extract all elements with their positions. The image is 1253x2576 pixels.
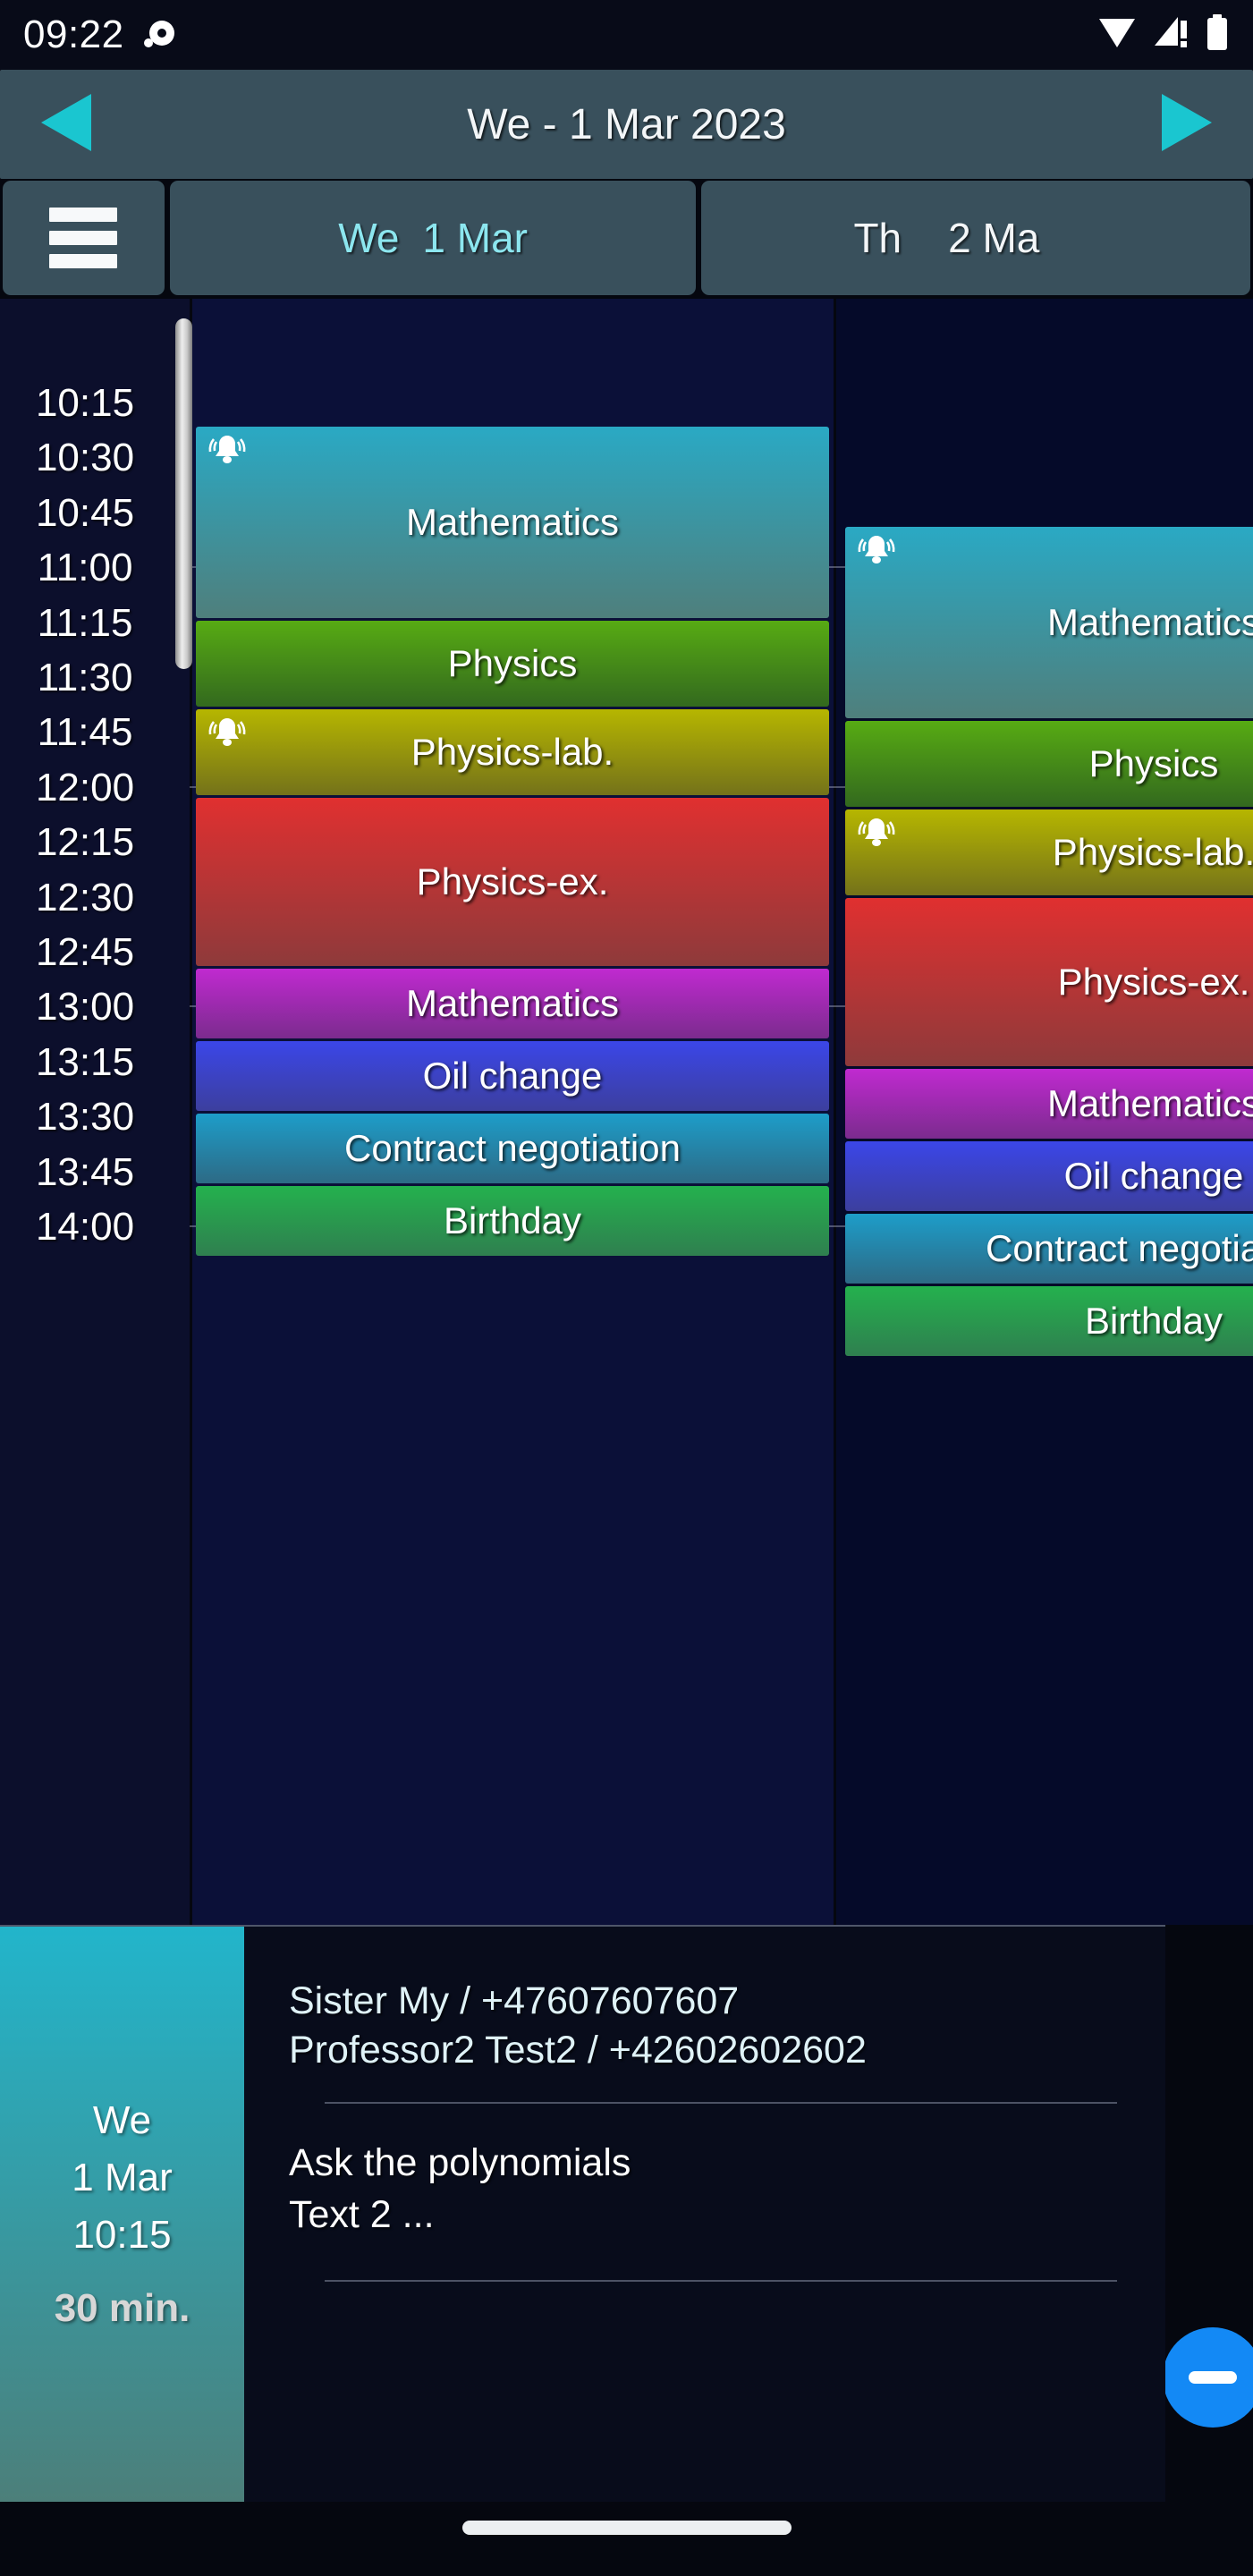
calendar-event[interactable]: Physics bbox=[845, 721, 1253, 807]
time-tick: 12:15 bbox=[35, 820, 135, 865]
add-event-fab[interactable] bbox=[1163, 2327, 1253, 2428]
time-tick: 12:45 bbox=[35, 930, 135, 974]
day-header-date: 2 Ma bbox=[948, 215, 1040, 261]
detail-contact-2: Professor2 Test2 / +42602602602 bbox=[289, 2029, 867, 2072]
time-tick: 13:00 bbox=[35, 985, 135, 1030]
detail-contact-1: Sister My / +47607607607 bbox=[289, 1979, 740, 2022]
event-title: Contract negotiation bbox=[344, 1127, 681, 1169]
time-tick: 14:00 bbox=[35, 1205, 135, 1249]
detail-weekday: We bbox=[92, 2097, 152, 2142]
event-detail-panel[interactable]: We 1 Mar 10:15 30 min. Sister My / +4760… bbox=[0, 1925, 1165, 2502]
time-tick: 13:30 bbox=[35, 1095, 135, 1140]
calendar-event[interactable]: Contract negotiation bbox=[196, 1114, 829, 1183]
status-bar: 09:22 bbox=[0, 0, 1253, 70]
detail-date: 1 Mar bbox=[72, 2155, 173, 2199]
battery-icon bbox=[1205, 13, 1230, 56]
calendar-event[interactable]: Mathematics bbox=[845, 1069, 1253, 1139]
event-title: Physics-lab. bbox=[1052, 831, 1253, 873]
detail-divider-1 bbox=[325, 2102, 1117, 2105]
event-title: Birthday bbox=[1084, 1300, 1223, 1342]
day-header-date: 1 Mar bbox=[422, 215, 529, 261]
time-tick: 10:15 bbox=[35, 381, 135, 425]
event-title: Contract negotiation bbox=[986, 1227, 1253, 1269]
time-tick: 12:00 bbox=[35, 765, 135, 809]
hamburger-menu-icon bbox=[49, 208, 118, 268]
calendar-event[interactable]: Physics-lab. bbox=[845, 809, 1253, 895]
detail-duration: 30 min. bbox=[54, 2285, 190, 2330]
time-tick: 13:15 bbox=[35, 1039, 135, 1084]
navigation-bar: We - 1 Mar 2023 bbox=[0, 70, 1253, 179]
day-header-row: We 1 Mar Th 2 Ma bbox=[0, 181, 1253, 295]
notification-dot-icon bbox=[140, 16, 174, 55]
detail-note-line-2: Text 2 ... bbox=[289, 2192, 435, 2236]
event-title: Physics-ex. bbox=[416, 860, 609, 902]
minus-icon bbox=[1189, 2371, 1237, 2384]
calendar-event[interactable]: Oil change bbox=[845, 1141, 1253, 1211]
status-bar-right bbox=[1097, 13, 1230, 56]
time-tick: 12:30 bbox=[35, 875, 135, 919]
event-title: Physics-lab. bbox=[411, 731, 614, 773]
detail-note-line-1: Ask the polynomials bbox=[289, 2141, 631, 2185]
event-title: Physics bbox=[447, 642, 578, 684]
detail-divider-2 bbox=[325, 2280, 1117, 2283]
event-title: Physics-ex. bbox=[1057, 961, 1250, 1003]
wifi-icon bbox=[1097, 15, 1137, 55]
event-title: Birthday bbox=[443, 1199, 582, 1241]
calendar-event[interactable]: Mathematics bbox=[196, 427, 829, 618]
event-title: Mathematics bbox=[405, 501, 620, 543]
time-tick: 13:45 bbox=[35, 1149, 135, 1194]
vertical-scrollbar[interactable] bbox=[175, 318, 192, 669]
page-title: We - 1 Mar 2023 bbox=[467, 100, 786, 148]
next-day-button[interactable] bbox=[1119, 89, 1253, 161]
home-indicator[interactable] bbox=[461, 2521, 792, 2535]
calendar-event[interactable]: Physics bbox=[196, 621, 829, 707]
status-clock: 09:22 bbox=[23, 13, 124, 56]
time-tick: 11:30 bbox=[37, 656, 133, 699]
day-header-weekday: Th bbox=[853, 215, 902, 261]
day-header-wednesday[interactable]: We 1 Mar bbox=[169, 181, 697, 295]
event-title: Mathematics bbox=[405, 982, 620, 1024]
arrow-right-icon bbox=[1151, 89, 1221, 161]
detail-time: 10:15 bbox=[72, 2212, 172, 2257]
alarm-bell-icon bbox=[856, 815, 897, 851]
calendar-grid[interactable]: Mathematics Physics Physics-lab. Physics-ex… bbox=[0, 299, 1253, 1925]
time-tick: 11:15 bbox=[37, 600, 133, 645]
event-detail-time-block: We 1 Mar 10:15 30 min. bbox=[0, 1927, 244, 2502]
status-bar-left: 09:22 bbox=[23, 13, 174, 57]
event-title: Mathematics bbox=[1046, 601, 1253, 643]
event-detail-body: Sister My / +47607607607 Professor2 Test… bbox=[244, 1927, 1165, 2502]
calendar-event[interactable]: Birthday bbox=[196, 1186, 829, 1256]
time-tick: 11:45 bbox=[37, 710, 133, 755]
event-title: Oil change bbox=[422, 1055, 603, 1097]
alarm-bell-icon bbox=[856, 532, 897, 568]
calendar-event[interactable]: Oil change bbox=[196, 1041, 829, 1111]
alarm-bell-icon bbox=[207, 432, 248, 468]
calendar-event[interactable]: Birthday bbox=[845, 1286, 1253, 1356]
event-title: Oil change bbox=[1063, 1155, 1244, 1197]
calendar-event[interactable]: Contract negotiation bbox=[845, 1214, 1253, 1284]
time-axis: 10:15 10:30 10:45 11:00 11:15 11:30 11:45 12:00… bbox=[0, 299, 192, 1925]
menu-button[interactable] bbox=[3, 181, 165, 295]
event-title: Physics bbox=[1088, 742, 1219, 784]
time-tick: 11:00 bbox=[37, 546, 133, 590]
time-tick: 10:30 bbox=[35, 436, 135, 480]
calendar-app-screen: 09:22 We - 1 Mar 2023 We 1 Mar Th 2 Ma M… bbox=[0, 0, 1253, 2576]
time-tick: 10:45 bbox=[35, 490, 135, 535]
calendar-event[interactable]: Physics-lab. bbox=[196, 709, 829, 795]
calendar-event[interactable]: Mathematics bbox=[845, 527, 1253, 718]
calendar-event[interactable]: Physics-ex. bbox=[196, 798, 829, 966]
calendar-event[interactable]: Mathematics bbox=[196, 969, 829, 1038]
arrow-left-icon bbox=[32, 89, 102, 161]
day-header-thursday[interactable]: Th 2 Ma bbox=[701, 181, 1251, 295]
previous-day-button[interactable] bbox=[0, 89, 134, 161]
day-header-weekday: We bbox=[338, 215, 400, 261]
cellular-alert-icon bbox=[1151, 15, 1190, 55]
calendar-event[interactable]: Physics-ex. bbox=[845, 898, 1253, 1066]
event-title: Mathematics bbox=[1046, 1082, 1253, 1124]
alarm-bell-icon bbox=[207, 715, 248, 750]
